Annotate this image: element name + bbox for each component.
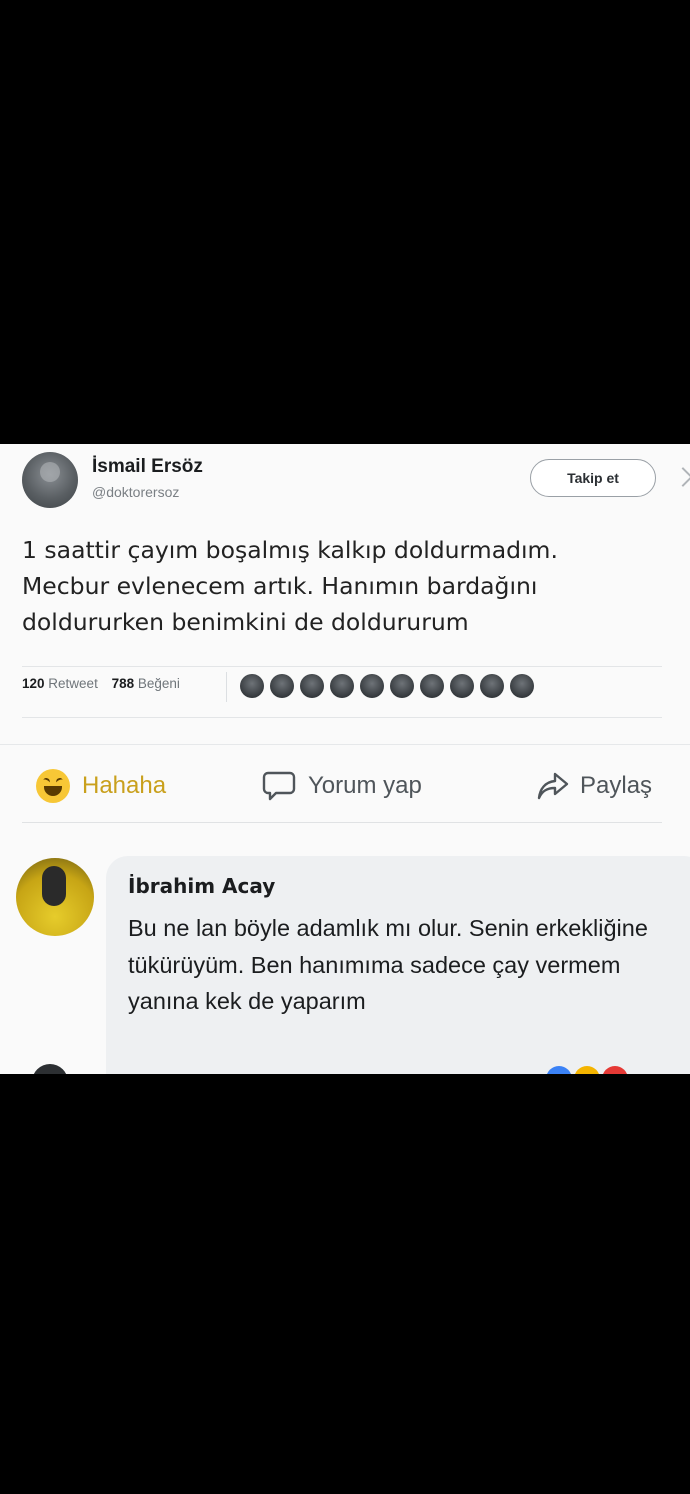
liker-avatar[interactable] <box>390 674 414 698</box>
haha-emoji-icon <box>36 769 70 803</box>
liker-avatar[interactable] <box>480 674 504 698</box>
divider <box>226 672 227 702</box>
haha-reaction-button[interactable]: Hahaha <box>36 766 166 806</box>
post-screenshot: İsmail Ersöz @doktorersoz Takip et 1 saa… <box>0 444 690 1074</box>
divider <box>0 744 690 745</box>
commenter-avatar[interactable] <box>16 858 94 936</box>
liker-avatar[interactable] <box>330 674 354 698</box>
tweet-author-name[interactable]: İsmail Ersöz <box>92 456 203 478</box>
liker-avatar[interactable] <box>510 674 534 698</box>
tweet-author-handle[interactable]: @doktorersoz <box>92 484 179 500</box>
comment-label: Yorum yap <box>308 772 422 799</box>
retweet-count[interactable]: 120 <box>22 676 45 691</box>
like-count[interactable]: 788 <box>112 676 135 691</box>
like-label[interactable]: Beğeni <box>138 676 180 691</box>
avatar[interactable] <box>32 1064 68 1074</box>
comment-text: Bu ne lan böyle adamlık mı olur. Senin e… <box>128 915 648 1014</box>
liker-avatars[interactable] <box>240 674 534 700</box>
retweet-label[interactable]: Retweet <box>48 676 98 691</box>
divider <box>22 666 662 667</box>
liker-avatar[interactable] <box>360 674 384 698</box>
comment-button[interactable]: Yorum yap <box>262 766 422 806</box>
follow-button[interactable]: Takip et <box>530 459 656 497</box>
tweet-text: 1 saattir çayım boşalmış kalkıp doldurma… <box>22 536 558 636</box>
share-label: Paylaş <box>580 772 653 799</box>
comment-icon <box>262 771 296 801</box>
share-icon <box>537 772 569 800</box>
divider <box>22 717 662 718</box>
liker-avatar[interactable] <box>420 674 444 698</box>
liker-avatar[interactable] <box>270 674 294 698</box>
tweet-author-avatar[interactable] <box>22 452 78 508</box>
liker-avatar[interactable] <box>450 674 474 698</box>
tweet-stats: 120 Retweet 788 Beğeni <box>22 676 190 691</box>
share-button[interactable]: Paylaş <box>536 766 652 806</box>
liker-avatar[interactable] <box>300 674 324 698</box>
haha-label: Hahaha <box>82 772 167 799</box>
reaction-icons[interactable] <box>546 1066 628 1074</box>
commenter-name[interactable]: İbrahim Acay <box>128 874 275 898</box>
chevron-down-icon[interactable] <box>673 467 690 487</box>
liker-avatar[interactable] <box>240 674 264 698</box>
divider <box>22 822 662 823</box>
